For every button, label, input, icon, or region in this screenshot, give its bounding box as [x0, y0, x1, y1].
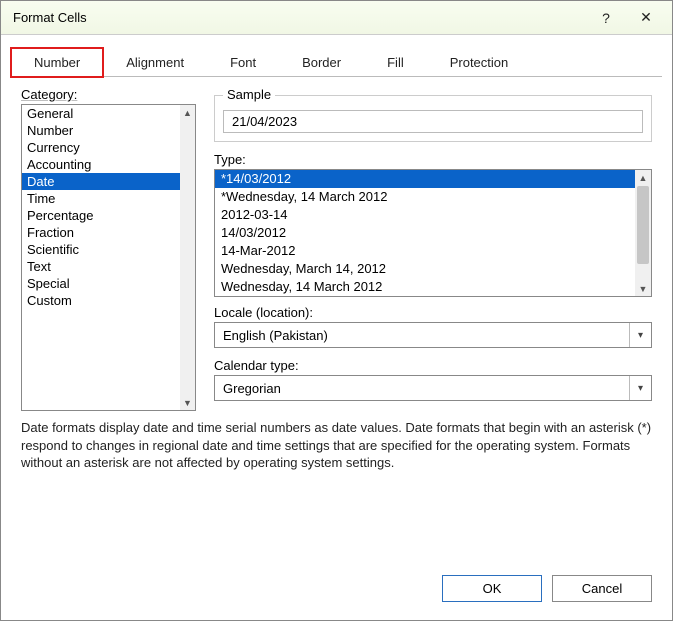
category-item[interactable]: General	[22, 105, 180, 122]
tab-number[interactable]: Number	[11, 48, 103, 77]
tab-panel-number: Category: GeneralNumberCurrencyAccountin…	[1, 77, 672, 411]
category-item[interactable]: Text	[22, 258, 180, 275]
type-scrollbar[interactable]: ▲ ▼	[635, 170, 651, 296]
locale-value: English (Pakistan)	[215, 328, 629, 343]
calendar-dropdown[interactable]: Gregorian ▾	[214, 375, 652, 401]
type-item[interactable]: Wednesday, 14 March 2012	[215, 278, 635, 296]
locale-dropdown[interactable]: English (Pakistan) ▾	[214, 322, 652, 348]
tab-font[interactable]: Font	[207, 48, 279, 77]
type-item[interactable]: *14/03/2012	[215, 170, 635, 188]
sample-value: 21/04/2023	[223, 110, 643, 133]
ok-button[interactable]: OK	[442, 575, 542, 602]
scroll-up-icon[interactable]: ▲	[180, 105, 195, 120]
category-scrollbar[interactable]: ▲ ▼	[180, 105, 195, 410]
help-button[interactable]: ?	[586, 5, 626, 31]
scrollbar-thumb[interactable]	[637, 186, 649, 264]
type-item[interactable]: Wednesday, March 14, 2012	[215, 260, 635, 278]
chevron-down-icon[interactable]: ▾	[629, 323, 651, 347]
category-item[interactable]: Percentage	[22, 207, 180, 224]
category-item[interactable]: Number	[22, 122, 180, 139]
category-column: Category: GeneralNumberCurrencyAccountin…	[21, 87, 196, 411]
category-label: Category:	[21, 87, 196, 102]
type-item[interactable]: *Wednesday, 14 March 2012	[215, 188, 635, 206]
description-text: Date formats display date and time seria…	[1, 411, 672, 472]
type-label: Type:	[214, 152, 652, 167]
category-listbox[interactable]: GeneralNumberCurrencyAccountingDateTimeP…	[21, 104, 196, 411]
tab-protection[interactable]: Protection	[427, 48, 532, 77]
scroll-down-icon[interactable]: ▼	[180, 395, 195, 410]
chevron-down-icon[interactable]: ▾	[629, 376, 651, 400]
tab-border[interactable]: Border	[279, 48, 364, 77]
format-cells-dialog: Format Cells ? ✕ Number Alignment Font B…	[0, 0, 673, 621]
calendar-value: Gregorian	[215, 381, 629, 396]
type-listbox[interactable]: *14/03/2012*Wednesday, 14 March 20122012…	[214, 169, 652, 297]
category-item[interactable]: Accounting	[22, 156, 180, 173]
right-column: Sample 21/04/2023 Type: *14/03/2012*Wedn…	[214, 87, 652, 411]
type-item[interactable]: 14-Mar-2012	[215, 242, 635, 260]
close-button[interactable]: ✕	[626, 5, 666, 31]
dialog-title: Format Cells	[13, 10, 586, 25]
tab-fill[interactable]: Fill	[364, 48, 427, 77]
dialog-footer: OK Cancel	[1, 561, 672, 620]
category-item[interactable]: Date	[22, 173, 180, 190]
category-item[interactable]: Scientific	[22, 241, 180, 258]
category-item[interactable]: Fraction	[22, 224, 180, 241]
locale-label: Locale (location):	[214, 305, 652, 320]
sample-group: Sample 21/04/2023	[214, 95, 652, 142]
category-item[interactable]: Time	[22, 190, 180, 207]
scroll-up-icon[interactable]: ▲	[635, 170, 651, 185]
category-item[interactable]: Currency	[22, 139, 180, 156]
tab-alignment[interactable]: Alignment	[103, 48, 207, 77]
category-item[interactable]: Custom	[22, 292, 180, 309]
cancel-button[interactable]: Cancel	[552, 575, 652, 602]
tabstrip: Number Alignment Font Border Fill Protec…	[11, 47, 662, 77]
category-item[interactable]: Special	[22, 275, 180, 292]
scroll-down-icon[interactable]: ▼	[635, 281, 651, 296]
titlebar: Format Cells ? ✕	[1, 1, 672, 35]
sample-label: Sample	[223, 87, 275, 102]
calendar-label: Calendar type:	[214, 358, 652, 373]
type-item[interactable]: 14/03/2012	[215, 224, 635, 242]
type-item[interactable]: 2012-03-14	[215, 206, 635, 224]
